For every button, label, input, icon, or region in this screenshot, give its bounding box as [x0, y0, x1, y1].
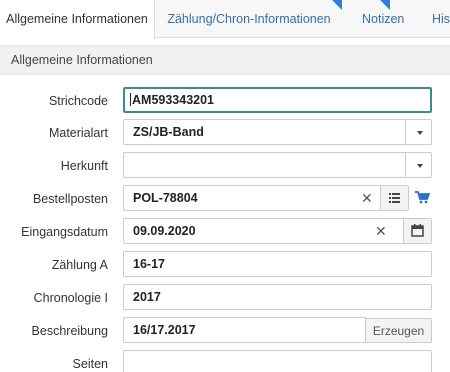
- zaehlung-a-value: 16-17: [133, 257, 165, 271]
- section-title: Allgemeine Informationen: [11, 53, 153, 67]
- clear-icon[interactable]: ✕: [361, 190, 373, 207]
- tab-label: Zählung/Chron-Informationen: [167, 12, 331, 26]
- tab-label: His: [432, 12, 450, 26]
- tab-corner-marker-icon: [380, 0, 390, 10]
- beschreibung-input[interactable]: 16/17.2017: [123, 317, 366, 343]
- herkunft-select[interactable]: [123, 152, 432, 178]
- eingangsdatum-value: 09.09.2020: [133, 224, 196, 238]
- chronologie-i-input[interactable]: 2017: [123, 284, 432, 310]
- chronologie-i-value: 2017: [133, 290, 161, 304]
- clear-icon[interactable]: ✕: [375, 223, 387, 240]
- eingangsdatum-input[interactable]: 09.09.2020 ✕: [123, 218, 432, 244]
- materialart-value: ZS/JB-Band: [133, 125, 204, 139]
- list-icon: [389, 193, 400, 203]
- calendar-icon: [411, 224, 424, 237]
- tab-allgemeine-informationen[interactable]: Allgemeine Informationen: [0, 0, 155, 39]
- materialart-select[interactable]: ZS/JB-Band: [123, 119, 432, 145]
- bestellposten-value: POL-78804: [133, 191, 198, 205]
- calendar-button[interactable]: [403, 219, 431, 243]
- tab-bar: Allgemeine Informationen Zählung/Chron-I…: [0, 0, 450, 39]
- label-chronologie-i: Chronologie I: [33, 291, 108, 305]
- cart-icon[interactable]: [414, 190, 430, 204]
- tab-notizen-corner: [380, 0, 390, 38]
- chevron-down-icon[interactable]: [405, 153, 431, 177]
- beschreibung-value: 16/17.2017: [133, 323, 196, 337]
- section-header: Allgemeine Informationen: [0, 45, 450, 75]
- tab-label: Allgemeine Informationen: [6, 12, 148, 26]
- label-materialart: Materialart: [48, 126, 108, 140]
- strichcode-value: AM593343201: [132, 93, 215, 107]
- label-bestellposten: Bestellposten: [32, 192, 108, 206]
- seiten-input[interactable]: [123, 350, 432, 372]
- label-beschreibung: Beschreibung: [31, 324, 108, 338]
- label-herkunft: Herkunft: [60, 159, 108, 173]
- chevron-down-icon[interactable]: [405, 120, 431, 144]
- zaehlung-a-input[interactable]: 16-17: [123, 251, 432, 277]
- label-zaehlung-a: Zählung A: [51, 258, 108, 272]
- tab-historie[interactable]: His: [432, 0, 450, 38]
- tab-zaehlung-chron[interactable]: Zählung/Chron-Informationen: [156, 0, 342, 38]
- erzeugen-button[interactable]: Erzeugen: [365, 318, 432, 343]
- bestellposten-input[interactable]: POL-78804 ✕: [123, 185, 409, 211]
- label-eingangsdatum: Eingangsdatum: [21, 225, 108, 239]
- strichcode-input[interactable]: AM593343201: [123, 87, 432, 113]
- text-cursor: [130, 93, 131, 106]
- list-button[interactable]: [380, 186, 408, 210]
- label-seiten: Seiten: [72, 357, 108, 371]
- tab-corner-marker-icon: [332, 0, 342, 10]
- label-strichcode: Strichcode: [48, 94, 108, 108]
